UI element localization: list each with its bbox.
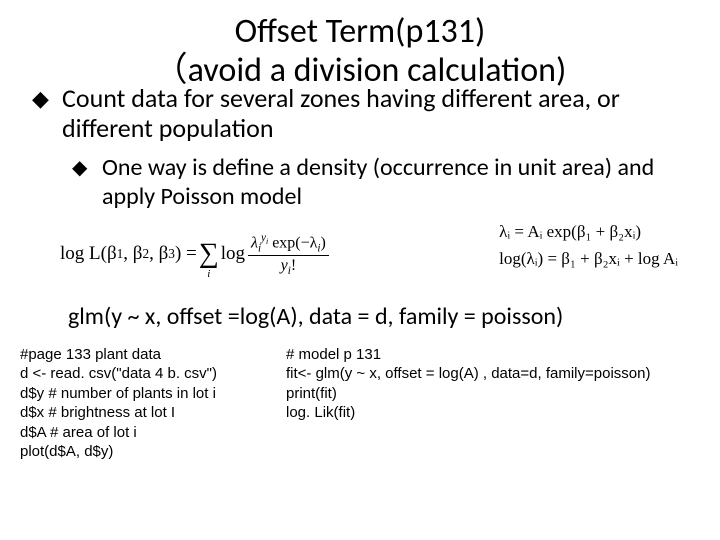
code-line: d$A # area of lot i xyxy=(20,423,280,443)
code-columns: #page 133 plant data d <- read. csv("dat… xyxy=(0,345,720,462)
code-line: log. Lik(fit) xyxy=(286,403,720,423)
code-line: d <- read. csv("data 4 b. csv") xyxy=(20,364,280,384)
code-line: plot(d$A, d$y) xyxy=(20,442,280,462)
formula-area: log L(β1, β2, β3) = ∑i log λiyi exp(−λi)… xyxy=(0,218,720,298)
formula-left: log L(β1, β2, β3) = ∑i log λiyi exp(−λi)… xyxy=(60,232,332,278)
glm-call-line: glm(y ~ x, offset =log(A), data = d, fam… xyxy=(0,302,720,331)
bullet-level-1: Count data for several zones having diff… xyxy=(0,84,720,144)
frac-num: λiyi exp(−λi) xyxy=(248,232,329,257)
f-log: log xyxy=(221,243,245,265)
frac-den: yi! xyxy=(248,256,329,277)
formula-r1: λᵢ = Aᵢ exp(β₁ + β₂xᵢ) xyxy=(499,218,678,245)
fraction: λiyi exp(−λi) yi! xyxy=(248,232,329,278)
f-eq: ) = xyxy=(175,243,197,265)
code-line: # model p 131 xyxy=(286,345,720,365)
code-line: #page 133 plant data xyxy=(20,345,280,365)
bullet2-text: One way is define a density (occurrence … xyxy=(102,153,654,211)
f-prefix: log L(β xyxy=(60,243,117,265)
bullet-level-2: One way is define a density (occurrence … xyxy=(0,154,720,212)
fn5: exp(−λ xyxy=(268,234,317,251)
code-line: print(fit) xyxy=(286,384,720,404)
code-line: d$y # number of plants in lot i xyxy=(20,384,280,404)
fn7: ) xyxy=(321,234,326,251)
code-left-column: #page 133 plant data d <- read. csv("dat… xyxy=(20,345,280,462)
f-sub1: 1 xyxy=(117,246,124,262)
fd1: y xyxy=(281,257,288,274)
slide-title: Offset Term(p131) （avoid a division calc… xyxy=(0,0,720,90)
code-right-column: # model p 131 fit<- glm(y ~ x, offset = … xyxy=(280,345,720,462)
bullet1-text: Count data for several zones having diff… xyxy=(62,82,620,144)
f-sub3: 3 xyxy=(168,246,175,262)
fn1: λ xyxy=(251,234,258,251)
fd3: ! xyxy=(291,257,296,274)
sigma-icon: ∑i xyxy=(199,238,219,270)
formula-right: λᵢ = Aᵢ exp(β₁ + β₂xᵢ) log(λᵢ) = β₁ + β₂… xyxy=(499,218,678,272)
f-mid1: , β xyxy=(123,243,142,265)
f-sub2: 2 xyxy=(142,246,149,262)
f-mid2: , β xyxy=(149,243,168,265)
formula-r2: log(λᵢ) = β₁ + β₂xᵢ + log Aᵢ xyxy=(499,245,678,272)
code-line: d$x # brightness at lot I xyxy=(20,403,280,423)
title-line-1: Offset Term(p131) xyxy=(0,12,720,51)
code-line: fit<- glm(y ~ x, offset = log(A) , data=… xyxy=(286,364,720,384)
